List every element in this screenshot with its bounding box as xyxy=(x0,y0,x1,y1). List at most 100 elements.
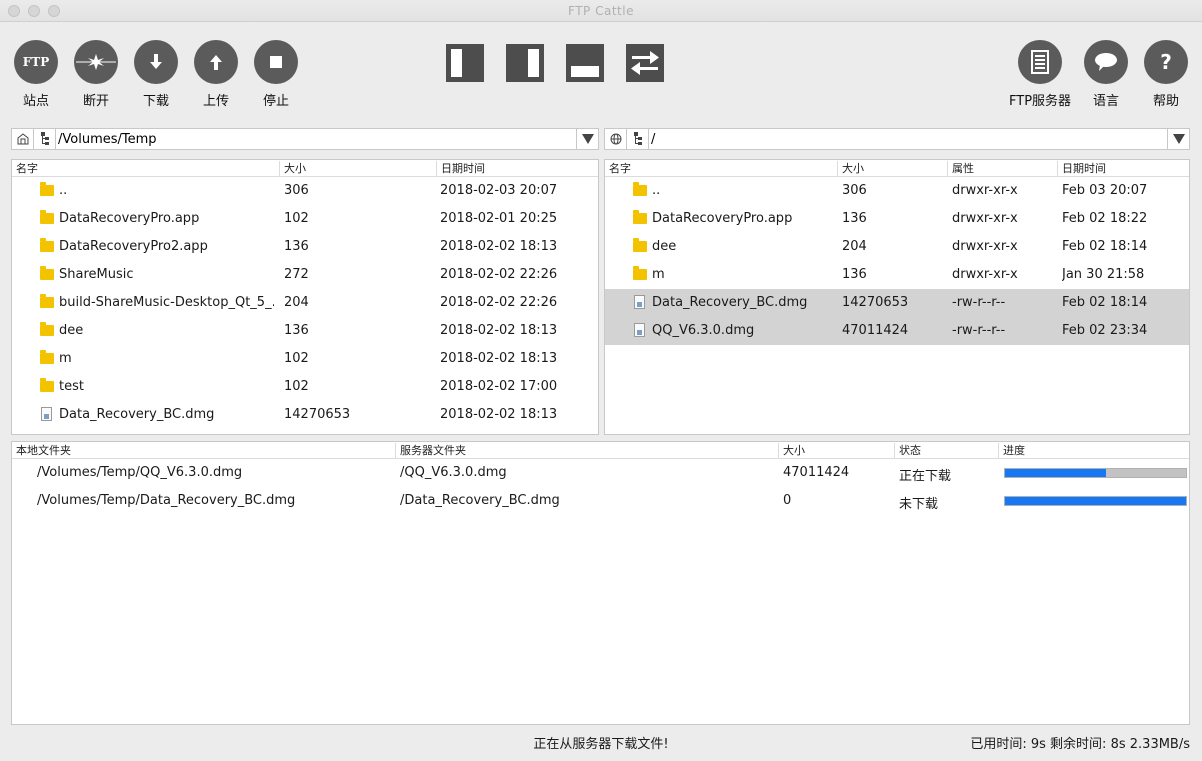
folder-icon xyxy=(40,350,54,364)
local-file-list: 名字 大小 日期时间 .. 306 2018-02-03 20:07 DataReco… xyxy=(11,159,599,435)
layout-bottom-icon xyxy=(566,44,604,82)
file-date: 2018-02-02 22:26 xyxy=(440,267,558,282)
site-button[interactable]: FTP 站点 xyxy=(6,40,66,109)
file-date: Feb 02 18:14 xyxy=(1062,295,1148,310)
folder-icon xyxy=(633,210,647,224)
local-path-bar xyxy=(11,128,599,150)
file-size: 306 xyxy=(842,183,867,198)
col-date[interactable]: 日期时间 xyxy=(1057,161,1106,176)
stop-button[interactable]: 停止 xyxy=(246,40,306,109)
local-file-row[interactable]: DataRecoveryPro2.app 136 2018-02-02 18:13 xyxy=(12,233,598,261)
disconnect-spark-icon xyxy=(74,40,118,84)
elapsed-value: 9s xyxy=(1030,737,1046,752)
local-file-row[interactable]: dee 136 2018-02-02 18:13 xyxy=(12,317,598,345)
file-date: Feb 03 20:07 xyxy=(1062,183,1148,198)
remote-path-bar xyxy=(604,128,1190,150)
remote-path-input[interactable] xyxy=(651,130,1165,148)
file-size: 136 xyxy=(284,239,309,254)
col-size[interactable]: 大小 xyxy=(778,443,805,458)
file-date: 2018-02-02 17:00 xyxy=(440,379,558,394)
file-size: 136 xyxy=(842,211,867,226)
remote-file-row[interactable]: Data_Recovery_BC.dmg 14270653 -rw-r--r-- Fe… xyxy=(605,289,1189,317)
ftp-icon: FTP xyxy=(14,40,58,84)
remote-file-row[interactable]: DataRecoveryPro.app 136 drwxr-xr-x Feb 02 1… xyxy=(605,205,1189,233)
col-local-folder[interactable]: 本地文件夹 xyxy=(12,443,71,458)
swap-arrows-icon xyxy=(626,44,664,82)
folder-icon xyxy=(40,322,54,336)
download-button[interactable]: 下载 xyxy=(126,40,186,109)
ftp-server-button[interactable]: FTP服务器 xyxy=(1009,40,1071,109)
document-icon xyxy=(634,323,645,337)
remote-file-row[interactable]: m 136 drwxr-xr-x Jan 30 21:58 xyxy=(605,261,1189,289)
remote-file-row[interactable]: dee 204 drwxr-xr-x Feb 02 18:14 xyxy=(605,233,1189,261)
remote-file-row[interactable]: .. 306 drwxr-xr-x Feb 03 20:07 xyxy=(605,177,1189,205)
transfer-stats: 已用时间: 9s 剩余时间: 8s 2.33MB/s xyxy=(970,733,1190,752)
file-name: m xyxy=(652,267,665,282)
layout-right-icon xyxy=(506,44,544,82)
col-size[interactable]: 大小 xyxy=(279,161,306,176)
remote-file-row[interactable]: QQ_V6.3.0.dmg 47011424 -rw-r--r-- Feb 02 23… xyxy=(605,317,1189,345)
globe-icon[interactable] xyxy=(605,129,627,149)
home-icon[interactable] xyxy=(12,129,34,149)
close-window-button[interactable] xyxy=(8,5,20,17)
layout-right-panel-button[interactable] xyxy=(506,44,544,82)
file-name: Data_Recovery_BC.dmg xyxy=(652,295,808,310)
file-date: 2018-02-01 20:25 xyxy=(440,211,558,226)
local-file-row[interactable]: .. 306 2018-02-03 20:07 xyxy=(12,177,598,205)
window-title: FTP Cattle xyxy=(568,4,634,18)
col-progress[interactable]: 进度 xyxy=(998,443,1025,458)
col-name[interactable]: 名字 xyxy=(12,161,38,176)
file-name: m xyxy=(59,351,72,366)
folder-icon xyxy=(40,238,54,252)
download-label: 下载 xyxy=(142,94,169,109)
stop-label: 停止 xyxy=(262,94,289,109)
upload-button[interactable]: 上传 xyxy=(186,40,246,109)
transfer-row[interactable]: /Volumes/Temp/Data_Recovery_BC.dmg/Data_… xyxy=(12,487,1189,515)
local-path-input[interactable] xyxy=(58,130,574,148)
local-path-dropdown[interactable] xyxy=(576,129,598,149)
local-file-row[interactable]: m 102 2018-02-02 18:13 xyxy=(12,345,598,373)
transfer-size: 0 xyxy=(783,493,792,508)
transfer-local-path: /Volumes/Temp/QQ_V6.3.0.dmg xyxy=(37,465,243,480)
file-attributes: drwxr-xr-x xyxy=(952,267,1018,282)
folder-icon xyxy=(40,210,54,224)
layout-left-panel-button[interactable] xyxy=(446,44,484,82)
file-name: ShareMusic xyxy=(59,267,134,282)
local-file-row[interactable]: DataRecoveryPro.app 102 2018-02-01 20:25 xyxy=(12,205,598,233)
col-date[interactable]: 日期时间 xyxy=(436,161,485,176)
disconnect-button[interactable]: 断开 xyxy=(66,40,126,109)
col-server-folder[interactable]: 服务器文件夹 xyxy=(395,443,466,458)
local-list-header: 名字 大小 日期时间 xyxy=(12,160,598,177)
folder-tree-icon[interactable] xyxy=(34,129,56,149)
layout-bottom-panel-button[interactable] xyxy=(566,44,604,82)
site-label: 站点 xyxy=(22,94,49,109)
language-button[interactable]: 语言 xyxy=(1076,40,1136,109)
col-status[interactable]: 状态 xyxy=(894,443,921,458)
swap-panels-button[interactable] xyxy=(626,44,664,82)
folder-icon xyxy=(633,266,647,280)
ftp-server-label: FTP服务器 xyxy=(1009,94,1072,109)
file-date: Feb 02 18:22 xyxy=(1062,211,1148,226)
file-attributes: drwxr-xr-x xyxy=(952,239,1018,254)
zoom-window-button[interactable] xyxy=(48,5,60,17)
local-file-row[interactable]: Data_Recovery_BC.dmg 14270653 2018-02-02 1… xyxy=(12,401,598,429)
minimize-window-button[interactable] xyxy=(28,5,40,17)
folder-tree-icon[interactable] xyxy=(627,129,649,149)
col-size[interactable]: 大小 xyxy=(837,161,864,176)
file-size: 272 xyxy=(284,267,309,282)
col-name[interactable]: 名字 xyxy=(605,161,631,176)
file-size: 102 xyxy=(284,351,309,366)
title-bar: FTP Cattle xyxy=(0,0,1202,22)
folder-icon xyxy=(633,238,647,252)
col-attr[interactable]: 属性 xyxy=(947,161,974,176)
file-date: Feb 02 18:14 xyxy=(1062,239,1148,254)
help-button[interactable]: ? 帮助 xyxy=(1136,40,1196,109)
remote-path-dropdown[interactable] xyxy=(1167,129,1189,149)
transfer-row[interactable]: /Volumes/Temp/QQ_V6.3.0.dmg/QQ_V6.3.0.dm… xyxy=(12,459,1189,487)
local-file-row[interactable]: test 102 2018-02-02 17:00 xyxy=(12,373,598,401)
file-size: 136 xyxy=(842,267,867,282)
local-file-row[interactable]: ShareMusic 272 2018-02-02 22:26 xyxy=(12,261,598,289)
file-date: 2018-02-02 18:13 xyxy=(440,239,558,254)
file-date: Jan 30 21:58 xyxy=(1062,267,1145,282)
local-file-row[interactable]: build-ShareMusic-Desktop_Qt_5_... 204 2018… xyxy=(12,289,598,317)
